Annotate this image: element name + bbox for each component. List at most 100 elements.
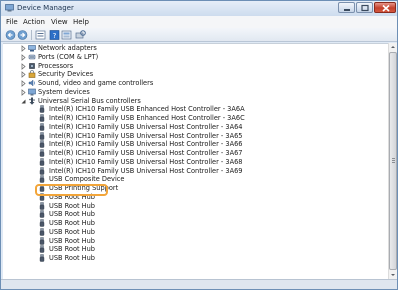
scrollbar-thumb[interactable] [389,52,397,270]
toolbar: ? [1,28,397,42]
highlight-callout [35,184,108,196]
close-button[interactable] [374,2,396,13]
system-device-icon [28,88,36,96]
port-icon [28,54,36,60]
help-icon[interactable]: ? [49,30,60,40]
tree-item-usb-device[interactable]: Intel(R) ICH10 Family USB Universal Host… [3,140,388,149]
tree-item-label: USB Root Hub [49,227,95,236]
tree-item-usb-device[interactable]: USB Root Hub [3,219,388,228]
tree-item-label: Sound, video and game controllers [38,79,154,87]
expand-arrow-icon[interactable] [20,62,27,70]
usb-device-icon [39,114,45,122]
tree-item-label: Ports (COM & LPT) [38,52,99,61]
tree-item-label: Security Devices [38,70,94,79]
tree-category-sound-video-and-game-controllers[interactable]: Sound, video and game controllers [3,79,388,88]
show-hidden-icon[interactable] [61,30,72,40]
title-bar[interactable]: Device Manager [1,1,397,16]
usb-device-icon [39,219,45,227]
maximize-button[interactable] [356,2,373,13]
collapse-arrow-icon[interactable] [20,98,27,105]
tree-item-usb-device[interactable]: Intel(R) ICH10 Family USB Universal Host… [3,132,388,141]
tree-item-label: USB Root Hub [49,245,95,254]
tree-category-system-devices[interactable]: System devices [3,88,388,97]
expand-arrow-icon[interactable] [20,88,27,96]
tree-item-label: Universal Serial Bus controllers [38,96,141,105]
device-manager-window: Device Manager File Action View Help ? N… [0,0,398,290]
menu-view[interactable]: View [51,18,68,26]
tree-category-ports-com-lpt[interactable]: Ports (COM & LPT) [3,53,388,62]
window-title: Device Manager [17,4,74,12]
tree-item-usb-device[interactable]: Intel(R) ICH10 Family USB Universal Host… [3,149,388,158]
tree-item-label: Intel(R) ICH10 Family USB Universal Host… [49,149,243,157]
forward-icon[interactable] [17,30,28,40]
device-tree: Network adapters Ports (COM & LPT) Process… [3,43,388,279]
tree-item-usb-device[interactable]: Intel(R) ICH10 Family USB Universal Host… [3,167,388,176]
usb-device-icon [39,254,45,262]
menu-action[interactable]: Action [23,18,45,26]
tree-item-usb-device[interactable]: USB Root Hub [3,202,388,211]
tree-item-label: USB Root Hub [49,201,95,210]
usb-controller-icon [29,97,35,105]
tree-item-usb-device[interactable]: Intel(R) ICH10 Family USB Universal Host… [3,123,388,132]
tree-item-label: Network adapters [38,44,97,52]
tree-item-label: Intel(R) ICH10 Family USB Enhanced Host … [49,114,245,122]
scroll-down-icon[interactable] [389,271,397,279]
tree-item-label: Intel(R) ICH10 Family USB Enhanced Host … [49,105,245,114]
scrollbar-grip [392,160,395,161]
status-bar [1,279,397,289]
tree-item-label: USB Root Hub [49,236,95,245]
tree-category-network-adapters[interactable]: Network adapters [3,44,388,53]
usb-device-icon [39,201,45,210]
expand-arrow-icon[interactable] [20,71,27,79]
usb-device-icon [39,175,45,183]
usb-device-icon [39,236,45,245]
tree-item-label: USB Root Hub [49,219,95,227]
usb-device-icon [39,105,45,113]
tree-item-label: USB Root Hub [49,210,95,219]
sound-icon [28,79,35,87]
scan-hardware-icon[interactable] [75,30,86,40]
expand-arrow-icon[interactable] [20,53,27,61]
minimize-button[interactable] [338,2,355,13]
back-icon[interactable] [5,30,16,40]
device-manager-icon [5,4,14,12]
usb-device-icon [39,131,45,140]
toolbar-separator [31,30,32,40]
tree-item-label: Intel(R) ICH10 Family USB Universal Host… [49,157,243,166]
tree-category-universal-serial-bus-controllers[interactable]: Universal Serial Bus controllers [3,97,388,106]
svg-text:?: ? [53,32,57,40]
tree-item-usb-device[interactable]: USB Root Hub [3,254,388,263]
menu-help[interactable]: Help [73,18,89,26]
tree-item-usb-device[interactable]: USB Root Hub [3,228,388,237]
tree-item-label: Intel(R) ICH10 Family USB Universal Host… [49,122,243,131]
usb-device-icon [39,166,45,175]
tree-item-usb-device[interactable]: Intel(R) ICH10 Family USB Enhanced Host … [3,105,388,114]
tree-category-security-devices[interactable]: Security Devices [3,70,388,79]
expand-arrow-icon[interactable] [20,80,27,87]
usb-device-icon [39,140,45,148]
tree-item-usb-device[interactable]: Intel(R) ICH10 Family USB Enhanced Host … [3,114,388,123]
tree-item-usb-device[interactable]: USB Root Hub [3,245,388,254]
tree-item-usb-device[interactable]: USB Root Hub [3,237,388,246]
security-device-icon [28,70,36,79]
usb-device-icon [39,210,45,218]
expand-arrow-icon[interactable] [20,45,27,52]
tree-item-usb-device[interactable]: USB Composite Device [3,175,388,184]
usb-device-icon [39,149,45,157]
menu-bar: File Action View Help [1,16,397,28]
usb-device-icon [39,245,45,253]
tree-category-processors[interactable]: Processors [3,62,388,71]
vertical-scrollbar[interactable] [388,43,397,279]
tree-item-label: Intel(R) ICH10 Family USB Universal Host… [49,166,243,175]
tree-item-usb-device[interactable]: Intel(R) ICH10 Family USB Universal Host… [3,158,388,167]
menu-file[interactable]: File [6,18,18,26]
tree-item-label: USB Composite Device [49,175,125,184]
scrollbar-grip [392,158,395,159]
tree-item-label: System devices [38,87,90,96]
scroll-up-icon[interactable] [389,43,397,51]
maximize-icon [361,4,369,12]
properties-icon[interactable] [35,30,46,40]
usb-device-icon [39,123,45,131]
tree-item-usb-device[interactable]: USB Root Hub [3,210,388,219]
close-icon [382,4,390,12]
